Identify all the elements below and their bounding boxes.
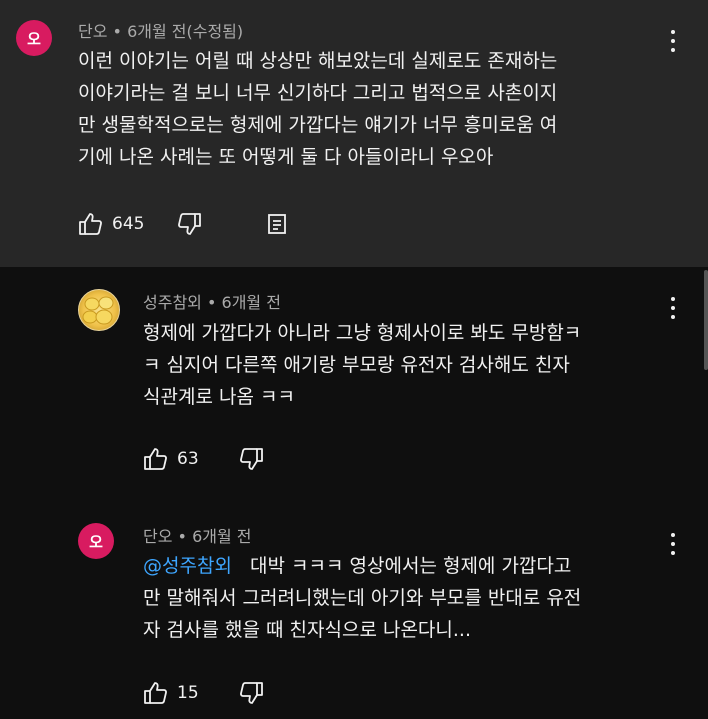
author-name[interactable]: 단오	[78, 22, 107, 41]
more-vert-icon[interactable]	[670, 297, 676, 319]
avatar-letter: 오	[89, 532, 103, 551]
thumbs-down-icon	[238, 681, 264, 705]
thumbs-down-icon	[176, 212, 202, 236]
comment-line: 만 말해줘서 그러려니했는데 아기와 부모를 반대로 유전	[143, 587, 582, 609]
thumbs-down-icon	[238, 447, 264, 471]
comment-line: 이런 이야기는 어릴 때 상상만 해보았는데 실제로도 존재하는	[78, 50, 558, 72]
melon-avatar-image	[82, 296, 114, 325]
like-button[interactable]: 63	[143, 447, 199, 471]
comment-line: 이야기라는 걸 보니 너무 신기하다 그리고 법적으로 사촌이지	[78, 82, 558, 104]
reply-comment: 성주참외 • 6개월 전 형제에 가깝다가 아니라 그냥 형제사이로 봐도 무방…	[0, 267, 708, 497]
comment-header: 단오 • 6개월 전	[143, 523, 252, 547]
reply-icon	[266, 213, 288, 235]
comment-text: 형제에 가깝다가 아니라 그냥 형제사이로 봐도 무방함ㅋ ㅋ 심지어 다른쪽 …	[143, 317, 708, 413]
mention-link[interactable]: @성주참외	[143, 555, 232, 577]
comment-header: 단오 • 6개월 전(수정됨)	[78, 18, 243, 42]
comment-text: @성주참외 대박 ㅋㅋㅋ 영상에서는 형제에 가깝다고 만 말해줘서 그러려니했…	[143, 550, 708, 646]
dislike-button[interactable]	[176, 212, 202, 236]
comment-line: 형제에 가깝다가 아니라 그냥 형제사이로 봐도 무방함ㅋ	[143, 322, 582, 344]
timestamp: • 6개월 전	[206, 293, 281, 312]
comment-line-text: 대박 ㅋㅋㅋ 영상에서는 형제에 가깝다고	[250, 555, 572, 577]
like-count: 645	[112, 214, 145, 234]
like-button[interactable]: 645	[78, 212, 144, 236]
avatar[interactable]: 오	[78, 523, 114, 559]
timestamp: • 6개월 전(수정됨)	[112, 22, 244, 41]
comment-line: 자 검사를 했을 때 친자식으로 나온다니...	[143, 619, 471, 641]
dislike-button[interactable]	[238, 681, 264, 705]
dislike-button[interactable]	[238, 447, 264, 471]
avatar-letter: 오	[27, 29, 41, 48]
comment-thread-top: 오 단오 • 6개월 전(수정됨) 이런 이야기는 어릴 때 상상만 해보았는데…	[0, 0, 708, 267]
more-vert-icon[interactable]	[670, 30, 676, 52]
reply-button[interactable]	[266, 213, 288, 235]
like-button[interactable]: 15	[143, 681, 199, 705]
thumbs-up-icon	[78, 212, 104, 236]
thumbs-up-icon	[143, 447, 169, 471]
timestamp: • 6개월 전	[177, 527, 252, 546]
comment-text: 이런 이야기는 어릴 때 상상만 해보았는데 실제로도 존재하는 이야기라는 걸…	[78, 45, 653, 173]
like-count: 63	[177, 449, 199, 469]
comment-line: ㅋ 심지어 다른쪽 애기랑 부모랑 유전자 검사해도 친자	[143, 354, 570, 376]
avatar[interactable]: 오	[16, 20, 52, 56]
comment-header: 성주참외 • 6개월 전	[143, 289, 281, 313]
avatar[interactable]	[78, 289, 120, 331]
comment-line: 만 생물학적으로는 형제에 가깝다는 얘기가 너무 흥미로움 여	[78, 114, 558, 136]
comment-line: 기에 나온 사례는 또 어떻게 둘 다 아들이라니 우오아	[78, 146, 494, 168]
author-name[interactable]: 성주참외	[143, 293, 202, 312]
thumbs-up-icon	[143, 681, 169, 705]
comment-line: @성주참외 대박 ㅋㅋㅋ 영상에서는 형제에 가깝다고	[143, 550, 708, 582]
reply-comment: 오 단오 • 6개월 전 @성주참외 대박 ㅋㅋㅋ 영상에서는 형제에 가깝다고…	[0, 497, 708, 719]
like-count: 15	[177, 683, 199, 703]
author-name[interactable]: 단오	[143, 527, 172, 546]
comment-line: 식관계로 나옴 ㅋㅋ	[143, 386, 295, 408]
